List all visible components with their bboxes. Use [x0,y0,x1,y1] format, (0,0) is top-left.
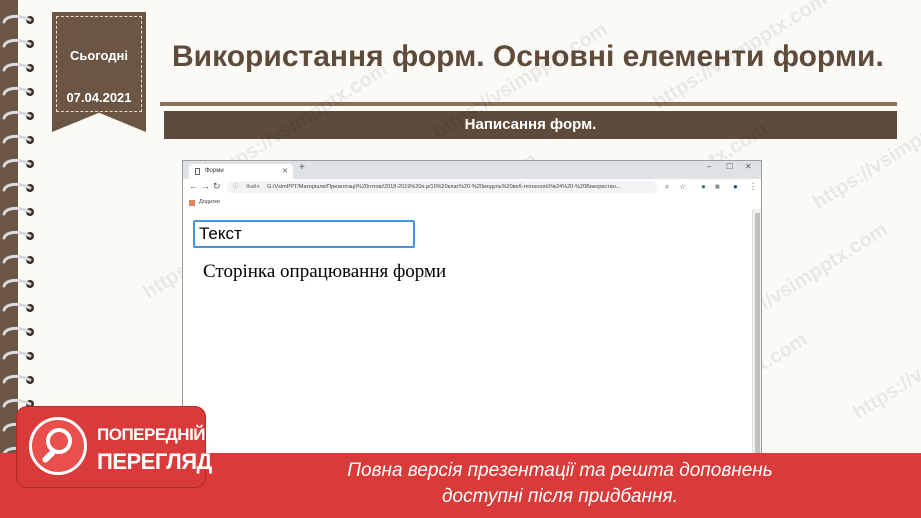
bookmark-apps[interactable]: Додатки [199,196,220,209]
scrollbar-thumb[interactable] [755,213,760,453]
maximize-button[interactable]: ☐ [726,162,733,171]
ribbon-date: 07.04.2021 [66,90,132,105]
subtitle-bar: Написання форм. [164,111,897,139]
binding-ring [2,110,32,120]
reload-icon[interactable]: ↻ [213,181,221,192]
binding-ring [2,326,32,336]
preview-label-line2: ПЕРЕГЛЯД [97,449,212,474]
binding-ring [2,62,32,72]
minimize-button[interactable]: – [707,162,711,171]
extension-icon[interactable]: ■ [715,182,720,191]
binding-ring [2,158,32,168]
profile-icon[interactable]: ● [733,182,738,191]
binding-ring [2,134,32,144]
binding-ring [2,374,32,384]
tab-forms[interactable]: Форми ✕ [189,164,293,179]
binding-ring [2,254,32,264]
title-divider [160,102,897,106]
back-arrow-icon[interactable]: ← [189,181,198,191]
close-icon[interactable]: ✕ [282,164,288,179]
info-icon: ⓘ [233,184,239,190]
plus-icon[interactable]: + [299,162,305,173]
binding-ring [2,38,32,48]
purchase-message: Повна версія презентації та решта доповн… [210,458,910,510]
browser-window: Форми ✕ + – ☐ ✕ ← → ↻ ⓘ Файл G:/VsimPPT/… [182,160,762,460]
magnifier-badge [29,417,87,475]
star-icon[interactable]: ☆ [679,182,686,191]
zoom-icon[interactable]: ⌕ [665,182,669,192]
preview-badge[interactable]: ПОПЕРЕДНІЙ ПЕРЕГЛЯД [17,407,212,487]
binding-ring [2,398,32,408]
binding-ring [2,302,32,312]
tab-title: Форми [205,168,224,174]
purchase-message-line2: доступні після придбання. [442,486,678,507]
url-input[interactable]: ⓘ Файл G:/VsimPPT/Матеріали/Презентації%… [227,181,657,193]
text-input[interactable] [193,220,415,248]
address-bar: ← → ↻ ⓘ Файл G:/VsimPPT/Матеріали/Презен… [183,179,761,197]
binding-ring [2,14,32,24]
binding-ring [2,86,32,96]
bookmarks-bar: Додатки [183,196,761,210]
purchase-message-line1: Повна версія презентації та решта доповн… [347,460,773,481]
address-prefix: Файл [246,184,260,190]
forward-arrow-icon[interactable]: → [201,181,210,191]
page-heading-text: Сторінка опрацювання форми [203,261,447,282]
binding-ring [2,182,32,192]
binding-ring [2,278,32,288]
window-close-button[interactable]: ✕ [745,162,752,171]
binding-ring [2,350,32,360]
binding-ring [2,206,32,216]
binding-ring [2,230,32,240]
file-icon [195,168,200,175]
url-text: G:/VsimPPT/Матеріали/Презентації%20готов… [267,184,621,190]
menu-dots-icon[interactable]: ⋮ [749,182,757,191]
magnifier-handle [41,448,57,464]
preview-label-line1: ПОПЕРЕДНІЙ [97,425,206,444]
tab-strip: Форми ✕ + – ☐ ✕ [183,161,761,179]
slide-title: Використання форм. Основні елементи форм… [172,40,884,73]
ribbon-day-label: Сьогодні [69,48,129,63]
apps-grid-icon[interactable] [189,200,195,206]
extension-icon[interactable]: ● [701,182,706,191]
